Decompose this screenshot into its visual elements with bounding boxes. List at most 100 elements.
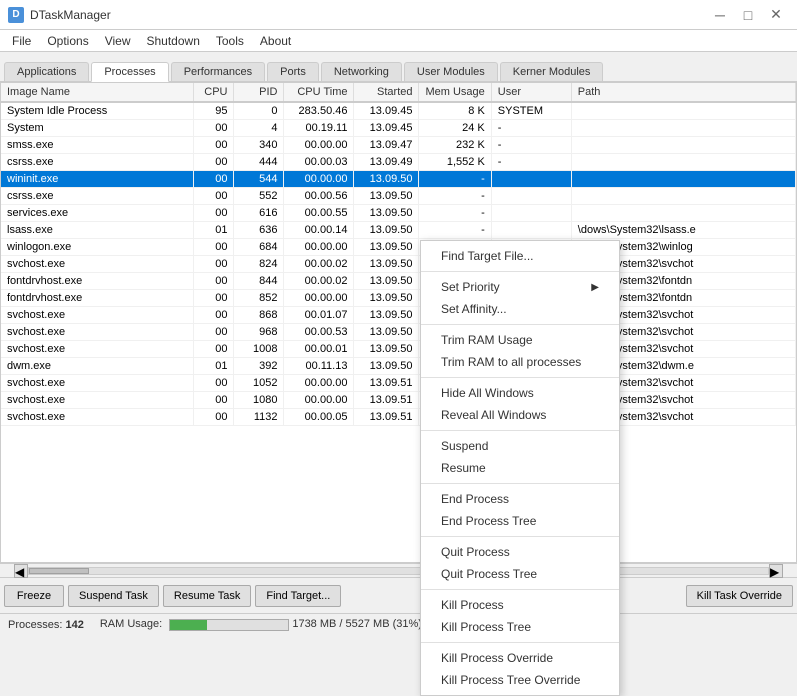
col-cpu[interactable]: CPU (194, 83, 234, 102)
tab-performances[interactable]: Performances (171, 62, 265, 81)
submenu-arrow-icon: ▶ (591, 282, 599, 293)
context-menu-item[interactable]: End Process (421, 488, 619, 510)
menu-separator (421, 377, 619, 378)
context-menu-item[interactable]: Resume (421, 457, 619, 479)
menu-separator (421, 589, 619, 590)
context-menu: Find Target File... Set Priority▶Set Affi… (420, 240, 620, 696)
menu-separator (421, 483, 619, 484)
app-icon: D (8, 7, 24, 23)
context-menu-item[interactable]: Set Priority▶ (421, 276, 619, 298)
window-title: DTaskManager (30, 8, 111, 22)
ram-usage-value: 1738 MB / 5527 MB (31%) (292, 618, 422, 630)
scroll-left-btn[interactable]: ◀ (14, 564, 28, 578)
scroll-thumb[interactable] (29, 568, 89, 574)
context-menu-item[interactable]: Suspend (421, 435, 619, 457)
table-row[interactable]: lsass.exe0163600.00.1413.09.50-\dows\Sys… (1, 222, 796, 239)
context-menu-item[interactable]: Find Target File... (421, 245, 619, 267)
title-left: D DTaskManager (8, 7, 111, 23)
table-row[interactable]: svchost.exe00113200.00.0513.09.51-\dows\… (1, 409, 796, 426)
context-menu-item[interactable]: Kill Process Override (421, 647, 619, 669)
context-menu-item[interactable]: Trim RAM to all processes (421, 351, 619, 373)
tab-networking[interactable]: Networking (321, 62, 402, 81)
context-menu-item[interactable]: End Process Tree (421, 510, 619, 532)
table-row[interactable]: services.exe0061600.00.5513.09.50- (1, 205, 796, 222)
tab-applications[interactable]: Applications (4, 62, 89, 81)
table-row[interactable]: winlogon.exe0068400.00.0013.09.50-\dows\… (1, 239, 796, 256)
menu-separator (421, 271, 619, 272)
context-menu-item[interactable]: Hide All Windows (421, 382, 619, 404)
maximize-button[interactable]: □ (735, 2, 761, 28)
col-image-name[interactable]: Image Name (1, 83, 194, 102)
col-path[interactable]: Path (571, 83, 795, 102)
processes-list: Image Name CPU PID CPU Time Started Mem … (1, 83, 796, 426)
close-button[interactable]: ✕ (763, 2, 789, 28)
context-menu-item[interactable]: Reveal All Windows (421, 404, 619, 426)
context-menu-item[interactable]: Quit Process (421, 541, 619, 563)
freeze-button[interactable]: Freeze (4, 585, 64, 607)
tab-kerner-modules[interactable]: Kerner Modules (500, 62, 604, 81)
table-row[interactable]: csrss.exe0055200.00.5613.09.50- (1, 188, 796, 205)
table-row[interactable]: fontdrvhost.exe0085200.00.0013.09.50-\do… (1, 290, 796, 307)
title-bar: D DTaskManager ─ □ ✕ (0, 0, 797, 30)
process-tbody: System Idle Process950283.50.4613.09.458… (1, 102, 796, 426)
tab-user-modules[interactable]: User Modules (404, 62, 498, 81)
horizontal-scrollbar[interactable]: ◀ ▶ (0, 563, 797, 577)
menu-shutdown[interactable]: Shutdown (139, 32, 208, 50)
menu-bar: File Options View Shutdown Tools About (0, 30, 797, 52)
menu-tools[interactable]: Tools (208, 32, 252, 50)
table-row[interactable]: svchost.exe0086800.01.0713.09.50-\dows\S… (1, 307, 796, 324)
table-row[interactable]: smss.exe0034000.00.0013.09.47232 K- (1, 137, 796, 154)
context-menu-item[interactable]: Kill Process Tree Override (421, 669, 619, 691)
ram-progress-bar (169, 619, 289, 631)
scroll-right-btn[interactable]: ▶ (769, 564, 783, 578)
context-menu-item[interactable]: Kill Process Tree (421, 616, 619, 638)
tab-ports[interactable]: Ports (267, 62, 319, 81)
context-menu-item[interactable]: Kill Process (421, 594, 619, 616)
menu-about[interactable]: About (252, 32, 299, 50)
table-row[interactable]: dwm.exe0139200.11.1313.09.50-\dows\Syste… (1, 358, 796, 375)
context-menu-item[interactable]: Set Affinity... (421, 298, 619, 320)
menu-separator (421, 536, 619, 537)
table-row[interactable]: wininit.exe0054400.00.0013.09.50- (1, 171, 796, 188)
context-menu-item[interactable]: Trim RAM Usage (421, 329, 619, 351)
tab-processes[interactable]: Processes (91, 62, 168, 82)
col-mem-usage[interactable]: Mem Usage (419, 83, 491, 102)
menu-file[interactable]: File (4, 32, 39, 50)
table-row[interactable]: csrss.exe0044400.00.0313.09.491,552 K- (1, 154, 796, 171)
status-bar: Processes: 142 RAM Usage: 1738 MB / 5527… (0, 613, 797, 635)
find-target-button[interactable]: Find Target... (255, 585, 341, 607)
table-row[interactable]: System00400.19.1113.09.4524 K- (1, 120, 796, 137)
context-menu-item[interactable]: Quit Process Tree (421, 563, 619, 585)
menu-separator (421, 642, 619, 643)
table-row[interactable]: svchost.exe0096800.00.5313.09.50-\dows\S… (1, 324, 796, 341)
col-pid[interactable]: PID (234, 83, 284, 102)
menu-separator (421, 324, 619, 325)
process-table[interactable]: Image Name CPU PID CPU Time Started Mem … (0, 82, 797, 563)
ram-bar-fill (170, 620, 207, 630)
table-row[interactable]: svchost.exe0082400.00.0213.09.50-\dows\S… (1, 256, 796, 273)
minimize-button[interactable]: ─ (707, 2, 733, 28)
table-row[interactable]: svchost.exe00105200.00.0013.09.51-\dows\… (1, 375, 796, 392)
processes-count: 142 (65, 619, 83, 631)
menu-view[interactable]: View (97, 32, 139, 50)
table-row[interactable]: System Idle Process950283.50.4613.09.458… (1, 102, 796, 120)
scroll-track[interactable] (28, 567, 769, 575)
menu-separator (421, 430, 619, 431)
col-cpu-time[interactable]: CPU Time (284, 83, 354, 102)
table-row[interactable]: fontdrvhost.exe0084400.00.0213.09.50-\do… (1, 273, 796, 290)
resume-task-button[interactable]: Resume Task (163, 585, 251, 607)
col-started[interactable]: Started (354, 83, 419, 102)
table-header: Image Name CPU PID CPU Time Started Mem … (1, 83, 796, 102)
table-row[interactable]: svchost.exe00108000.00.0013.09.51-\dows\… (1, 392, 796, 409)
processes-label: Processes: 142 (8, 619, 84, 631)
suspend-task-button[interactable]: Suspend Task (68, 585, 159, 607)
menu-options[interactable]: Options (39, 32, 96, 50)
window-controls: ─ □ ✕ (707, 2, 789, 28)
bottom-toolbar: Freeze Suspend Task Resume Task Find Tar… (0, 577, 797, 613)
table-row[interactable]: svchost.exe00100800.00.0113.09.50-\dows\… (1, 341, 796, 358)
tab-bar: Applications Processes Performances Port… (0, 52, 797, 82)
kill-task-override-button[interactable]: Kill Task Override (686, 585, 793, 607)
col-user[interactable]: User (491, 83, 571, 102)
ram-usage-label: RAM Usage: 1738 MB / 5527 MB (31%) (100, 618, 422, 630)
main-content: Image Name CPU PID CPU Time Started Mem … (0, 82, 797, 577)
